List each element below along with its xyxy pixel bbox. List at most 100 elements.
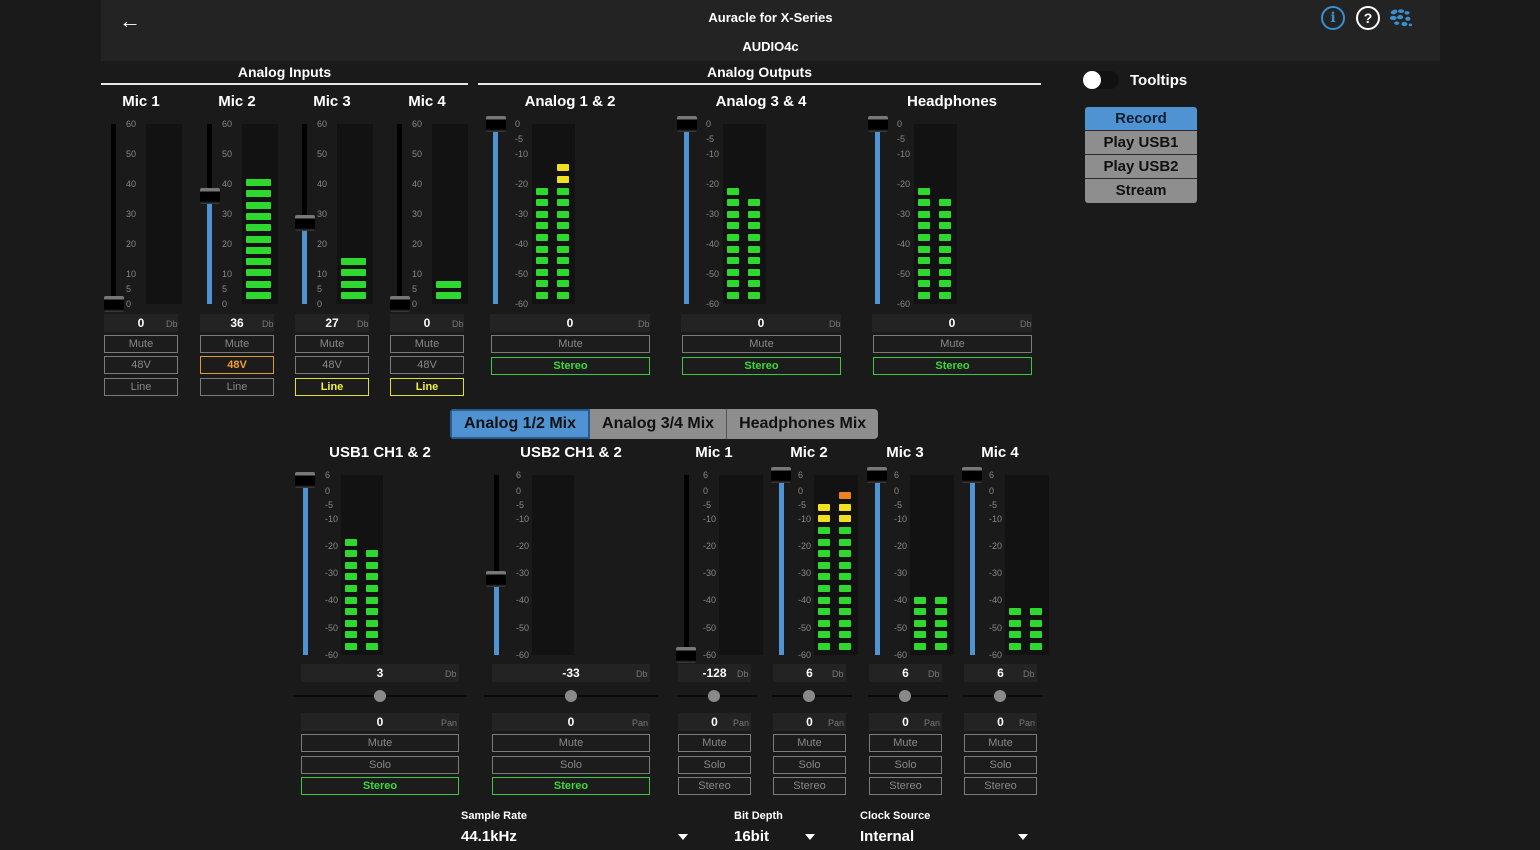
stereo-button[interactable]: Stereo (869, 777, 942, 795)
scale-tick-label: -50 (706, 269, 720, 279)
gain-fader-handle[interactable] (200, 188, 220, 204)
level-value[interactable]: -33 (492, 664, 650, 682)
phantom-48v-button[interactable]: 48V (295, 356, 369, 374)
solo-button[interactable]: Solo (492, 756, 650, 774)
stereo-button[interactable]: Stereo (773, 777, 846, 795)
mode-stream[interactable]: Stream (1085, 179, 1197, 203)
help-icon[interactable]: ? (1356, 6, 1380, 30)
meter-segment (748, 280, 760, 288)
pan-value[interactable]: 0 (301, 713, 459, 731)
bit-depth-select[interactable]: 16bit (734, 828, 814, 845)
mute-button[interactable]: Mute (682, 335, 841, 353)
meter-segment (748, 234, 760, 241)
level-value[interactable]: 0 (681, 314, 841, 332)
scale-tick-label: 6 (989, 470, 995, 480)
pan-slider-knob[interactable] (565, 690, 577, 702)
stereo-button[interactable]: Stereo (678, 777, 751, 795)
level-fader-handle[interactable] (676, 647, 696, 663)
clock-source-select[interactable]: Internal (860, 828, 1030, 845)
scale-tick-label: -50 (703, 622, 717, 633)
meter-segment (436, 280, 461, 288)
pan-value[interactable]: 0 (492, 713, 650, 731)
stereo-button[interactable]: Stereo (964, 777, 1037, 795)
pan-slider-knob[interactable] (994, 690, 1006, 702)
gain-unit: Db (262, 319, 274, 329)
solo-button[interactable]: Solo (964, 756, 1037, 774)
meter-segment (939, 268, 951, 276)
meter-segment (727, 187, 739, 195)
mute-button[interactable]: Mute (301, 734, 459, 752)
tooltips-toggle[interactable] (1083, 71, 1119, 89)
mode-record[interactable]: Record (1085, 107, 1197, 131)
gain-fader-track[interactable] (397, 124, 402, 304)
mute-button[interactable]: Mute (104, 335, 178, 353)
level-fader-handle[interactable] (771, 467, 791, 483)
level-value[interactable]: 3 (301, 664, 459, 682)
mute-button[interactable]: Mute (492, 734, 650, 752)
phantom-48v-button[interactable]: 48V (200, 356, 274, 374)
level-fader-handle[interactable] (295, 472, 315, 488)
clock-source-label: Clock Source (860, 810, 931, 822)
phantom-48v-button[interactable]: 48V (104, 356, 178, 374)
mute-button[interactable]: Mute (964, 734, 1037, 752)
level-fader-handle[interactable] (962, 467, 982, 483)
logo-icon[interactable] (1389, 6, 1413, 30)
phantom-48v-button[interactable]: 48V (390, 356, 464, 374)
mode-play-usb2[interactable]: Play USB2 (1085, 155, 1197, 179)
solo-button[interactable]: Solo (678, 756, 751, 774)
mute-button[interactable]: Mute (491, 335, 650, 353)
mute-button[interactable]: Mute (773, 734, 846, 752)
mute-button[interactable]: Mute (869, 734, 942, 752)
channel-label: Mic 4 (408, 93, 446, 110)
level-fader-handle[interactable] (867, 467, 887, 483)
level-fader-track[interactable] (684, 475, 689, 655)
level-fader-fill (493, 124, 498, 304)
tab-headphones-mix[interactable]: Headphones Mix (727, 409, 878, 439)
line-button[interactable]: Line (200, 378, 274, 396)
stereo-button[interactable]: Stereo (301, 777, 459, 795)
level-fader-handle[interactable] (677, 116, 697, 132)
stereo-button[interactable]: Stereo (682, 357, 841, 375)
stereo-button[interactable]: Stereo (873, 357, 1032, 375)
gain-fader-handle[interactable] (295, 215, 315, 231)
line-button[interactable]: Line (295, 378, 369, 396)
mute-button[interactable]: Mute (390, 335, 464, 353)
mute-button[interactable]: Mute (295, 335, 369, 353)
gain-fader-track[interactable] (111, 124, 116, 304)
info-icon[interactable]: i (1321, 6, 1345, 30)
meter-segment (536, 280, 548, 288)
solo-button[interactable]: Solo (773, 756, 846, 774)
meter-segment (839, 631, 851, 639)
sample-rate-dropdown-icon[interactable] (678, 834, 688, 840)
solo-button[interactable]: Solo (301, 756, 459, 774)
level-value[interactable]: 0 (872, 314, 1032, 332)
level-fader-handle[interactable] (486, 116, 506, 132)
stereo-button[interactable]: Stereo (491, 357, 650, 375)
clock-source-dropdown-icon[interactable] (1018, 834, 1028, 840)
meter-segment (366, 631, 378, 639)
bit-depth-dropdown-icon[interactable] (805, 834, 815, 840)
line-button[interactable]: Line (104, 378, 178, 396)
solo-button[interactable]: Solo (869, 756, 942, 774)
mute-button[interactable]: Mute (678, 734, 751, 752)
level-fader-handle[interactable] (486, 571, 506, 587)
pan-slider-knob[interactable] (374, 690, 386, 702)
line-button[interactable]: Line (390, 378, 464, 396)
scale-tick-label: 20 (317, 239, 328, 249)
level-value[interactable]: 0 (490, 314, 650, 332)
meter-segment (557, 257, 569, 265)
mute-button[interactable]: Mute (200, 335, 274, 353)
gain-fader-handle[interactable] (104, 296, 124, 312)
pan-slider-knob[interactable] (899, 690, 911, 702)
pan-slider-knob[interactable] (708, 690, 720, 702)
mode-play-usb1[interactable]: Play USB1 (1085, 131, 1197, 155)
sample-rate-select[interactable]: 44.1kHz (461, 828, 686, 845)
level-fader-handle[interactable] (868, 116, 888, 132)
pan-slider-knob[interactable] (803, 690, 815, 702)
gain-fader-handle[interactable] (390, 296, 410, 312)
mute-button[interactable]: Mute (873, 335, 1032, 353)
tab-analog-3-4-mix[interactable]: Analog 3/4 Mix (590, 409, 728, 439)
stereo-button[interactable]: Stereo (492, 777, 650, 795)
scale-tick-label: -20 (703, 540, 717, 551)
tab-analog-1-2-mix[interactable]: Analog 1/2 Mix (450, 409, 591, 439)
